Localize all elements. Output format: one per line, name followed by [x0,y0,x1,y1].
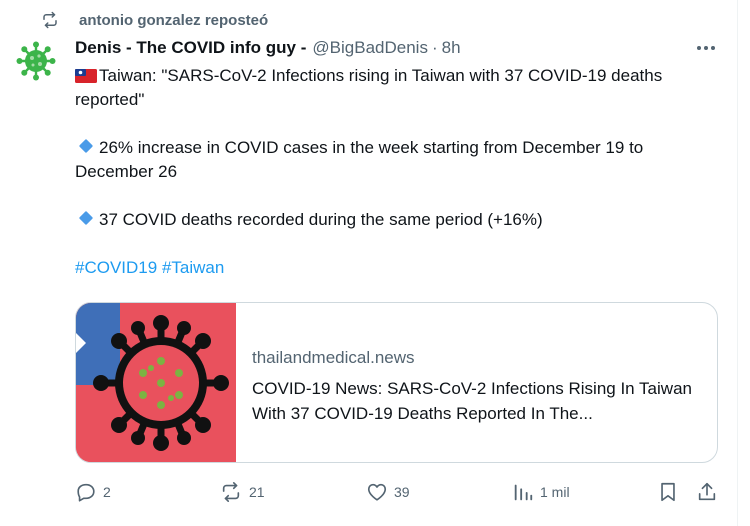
tweet-actions: 2 21 39 1 mil [0,478,750,506]
repost-label[interactable]: antonio gonzalez reposteó [79,12,268,29]
author-name[interactable]: Denis - The COVID info guy - [75,38,306,58]
tweet-line-cases: 26% increase in COVID cases in the week … [75,136,720,184]
share-icon [698,482,716,501]
reply-count: 2 [103,484,111,500]
headline-text: Taiwan: "SARS-CoV-2 Infections rising in… [75,66,663,109]
analytics-icon [514,484,533,501]
more-icon [697,46,715,50]
author-handle[interactable]: @BigBadDenis [312,38,428,58]
card-thumbnail[interactable] [76,303,236,462]
avatar[interactable] [16,41,56,81]
hashtags: #COVID19 #Taiwan [75,256,720,280]
card-domain[interactable]: thailandmedical.news [252,346,702,370]
link-preview-card[interactable]: thailandmedical.news COVID-19 News: SARS… [75,302,718,463]
tweet-text: Taiwan: "SARS-CoV-2 Infections rising in… [75,64,720,280]
blue-diamond-icon [78,138,94,154]
tweet-timestamp[interactable]: 8h [442,38,461,58]
repost-indicator: antonio gonzalez reposteó [40,10,268,30]
card-title[interactable]: COVID-19 News: SARS-CoV-2 Infections Ris… [252,376,702,426]
reply-button[interactable]: 2 [75,478,111,506]
like-count: 39 [394,484,410,500]
timeline-divider [737,0,738,526]
taiwan-flag-icon [75,69,97,83]
like-button[interactable]: 39 [366,478,410,506]
repost-icon [40,10,62,30]
tweet-line-deaths: 37 COVID deaths recorded during the same… [75,208,720,232]
hashtag-link[interactable]: #COVID19 [75,258,157,277]
hashtag-link[interactable]: #Taiwan [162,258,224,277]
card-text: thailandmedical.news COVID-19 News: SARS… [236,303,702,462]
header-separator: · [431,38,438,57]
repost-icon [222,482,240,502]
more-options-button[interactable] [694,38,718,58]
deaths-text: 37 COVID deaths recorded during the same… [99,210,543,229]
tweet-header: Denis - The COVID info guy - @BigBadDeni… [75,37,461,59]
repost-button[interactable]: 21 [219,478,265,506]
bookmark-icon [661,482,675,502]
blue-diamond-icon [78,210,94,226]
bookmark-button[interactable] [657,478,679,506]
views-button[interactable]: 1 mil [512,478,570,506]
heart-icon [367,483,387,501]
share-button[interactable] [696,478,718,506]
view-count: 1 mil [540,484,570,500]
virus-icon [16,41,56,81]
tweet-line-headline: Taiwan: "SARS-CoV-2 Infections rising in… [75,64,720,112]
reply-icon [77,483,95,502]
cases-text: 26% increase in COVID cases in the week … [75,138,644,181]
repost-count: 21 [249,484,265,500]
